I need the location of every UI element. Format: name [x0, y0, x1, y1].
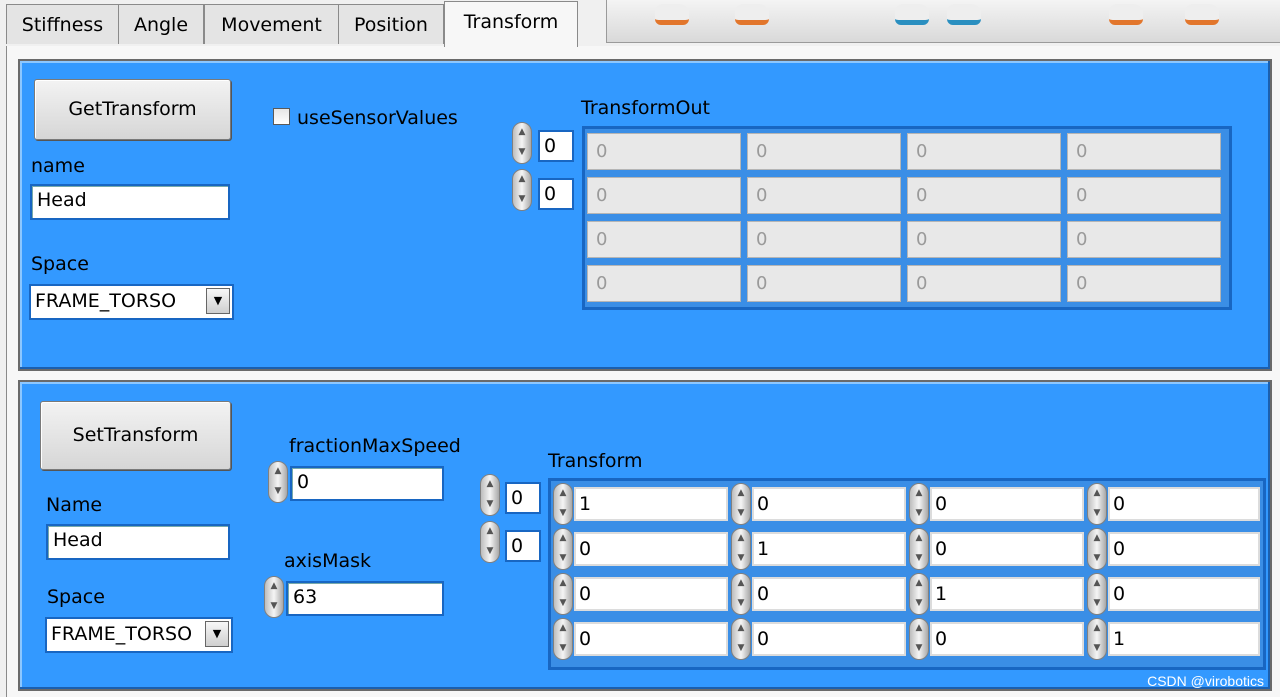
transform-cell-input[interactable]: 0 — [752, 622, 906, 656]
transform-out-cell: 0 — [907, 133, 1061, 170]
tab-angle[interactable]: Angle — [118, 4, 204, 44]
set-space-selected-value: FRAME_TORSO — [51, 623, 193, 645]
transform-cell-stepper[interactable]: ▲ ▼ — [909, 528, 929, 570]
axis-mask-label: axisMask — [284, 550, 372, 572]
get-transform-button[interactable]: GetTransform — [34, 79, 231, 140]
transform-cell-stepper[interactable]: ▲ ▼ — [553, 483, 573, 525]
transform-cell-stepper[interactable]: ▲ ▼ — [909, 483, 929, 525]
transform-cell-stepper[interactable]: ▲ ▼ — [1087, 618, 1107, 660]
transform-cell-stepper[interactable]: ▲ ▼ — [731, 483, 751, 525]
transform-cell-stepper[interactable]: ▲ ▼ — [553, 528, 573, 570]
transform-cell-input[interactable]: 0 — [752, 487, 906, 521]
transform-out-cell: 0 — [747, 265, 901, 302]
row-index-field[interactable]: 0 — [538, 130, 574, 162]
transform-cell-input[interactable]: 1 — [752, 532, 906, 566]
transform-cell-input[interactable]: 1 — [930, 577, 1084, 611]
set-name-input[interactable]: Head — [46, 524, 230, 560]
transform-cell-input[interactable]: 1 — [1108, 622, 1260, 656]
chevron-down-icon[interactable]: ▼ — [205, 621, 229, 647]
set-transform-button[interactable]: SetTransform — [40, 401, 231, 470]
transform-cell-input[interactable]: 0 — [574, 577, 728, 611]
transform-out-cell: 0 — [1067, 133, 1221, 170]
tab-stiffness[interactable]: Stiffness — [6, 4, 119, 44]
space-dropdown[interactable]: FRAME_TORSO ▼ — [29, 284, 234, 320]
transform-cell-input[interactable]: 0 — [574, 532, 728, 566]
watermark: CSDN @virobotics — [1147, 673, 1264, 689]
transform-cell-stepper[interactable]: ▲ ▼ — [1087, 573, 1107, 615]
axis-mask-stepper[interactable]: ▲ ▼ — [264, 576, 284, 618]
transform-cell-input[interactable]: 0 — [930, 622, 1084, 656]
transform-cell-stepper[interactable]: ▲ ▼ — [1087, 483, 1107, 525]
transform-cell-input[interactable]: 0 — [574, 622, 728, 656]
transform-cell-input[interactable]: 0 — [930, 487, 1084, 521]
fraction-max-speed-label: fractionMaxSpeed — [289, 435, 461, 457]
name-input[interactable]: Head — [30, 184, 230, 220]
use-sensor-values-checkbox[interactable] — [273, 108, 290, 125]
set-name-label: Name — [46, 494, 103, 516]
use-sensor-values-label: useSensorValues — [297, 107, 458, 129]
transform-cell-stepper[interactable]: ▲ ▼ — [909, 573, 929, 615]
transform-label: Transform — [548, 450, 643, 472]
transform-cell-input[interactable]: 0 — [1108, 532, 1260, 566]
robot-banner-image — [606, 0, 1280, 43]
transform-out-cell: 0 — [1067, 221, 1221, 258]
column-index-stepper[interactable]: ▲ ▼ — [512, 169, 532, 211]
transform-cell-stepper[interactable]: ▲ ▼ — [731, 618, 751, 660]
transform-out-cell: 0 — [1067, 265, 1221, 302]
transform-cell-stepper[interactable]: ▲ ▼ — [731, 528, 751, 570]
transform-cell-input[interactable]: 0 — [930, 532, 1084, 566]
chevron-down-icon[interactable]: ▼ — [206, 288, 230, 314]
transform-cell-stepper[interactable]: ▲ ▼ — [1087, 528, 1107, 570]
tab-position[interactable]: Position — [338, 4, 444, 44]
transform-cell-stepper[interactable]: ▲ ▼ — [553, 573, 573, 615]
transform-cell-input[interactable]: 0 — [1108, 577, 1260, 611]
tab-movement[interactable]: Movement — [204, 4, 339, 44]
set-row-index-stepper[interactable]: ▲ ▼ — [480, 474, 500, 516]
name-label: name — [31, 155, 85, 177]
transform-out-cell: 0 — [747, 133, 901, 170]
transform-out-cell: 0 — [907, 265, 1061, 302]
tab-bar: Stiffness Angle Movement Position Transf… — [0, 0, 610, 47]
tab-transform[interactable]: Transform — [444, 1, 578, 47]
fraction-max-speed-stepper[interactable]: ▲ ▼ — [268, 461, 288, 503]
transform-cell-stepper[interactable]: ▲ ▼ — [553, 618, 573, 660]
fraction-max-speed-input[interactable]: 0 — [290, 466, 444, 501]
space-selected-value: FRAME_TORSO — [35, 290, 177, 312]
set-row-index-field[interactable]: 0 — [505, 482, 541, 514]
transform-cell-input[interactable]: 1 — [574, 487, 728, 521]
transform-out-cell: 0 — [747, 221, 901, 258]
transform-out-cell: 0 — [907, 221, 1061, 258]
transform-cell-stepper[interactable]: ▲ ▼ — [731, 573, 751, 615]
set-column-index-field[interactable]: 0 — [505, 530, 541, 562]
transform-out-label: TransformOut — [581, 97, 710, 119]
transform-cell-input[interactable]: 0 — [752, 577, 906, 611]
axis-mask-input[interactable]: 63 — [286, 581, 444, 616]
transform-out-cell: 0 — [1067, 177, 1221, 214]
set-space-dropdown[interactable]: FRAME_TORSO ▼ — [45, 617, 233, 653]
set-column-index-stepper[interactable]: ▲ ▼ — [480, 521, 500, 563]
space-label: Space — [31, 253, 89, 275]
transform-cell-input[interactable]: 0 — [1108, 487, 1260, 521]
set-space-label: Space — [47, 586, 105, 608]
row-index-stepper[interactable]: ▲ ▼ — [512, 122, 532, 164]
transform-out-cell: 0 — [587, 133, 741, 170]
column-index-field[interactable]: 0 — [538, 178, 574, 210]
transform-cell-stepper[interactable]: ▲ ▼ — [909, 618, 929, 660]
transform-out-cell: 0 — [907, 177, 1061, 214]
transform-out-cell: 0 — [587, 265, 741, 302]
transform-out-cell: 0 — [747, 177, 901, 214]
transform-out-cell: 0 — [587, 177, 741, 214]
transform-out-cell: 0 — [587, 221, 741, 258]
